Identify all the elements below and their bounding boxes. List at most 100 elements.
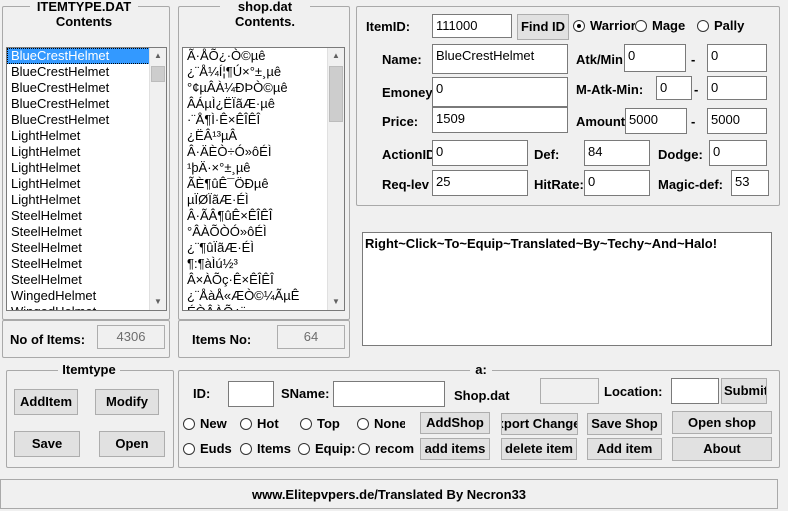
list-item[interactable]: SteelHelmet	[7, 256, 166, 272]
class-radio-warrior[interactable]: Warrior	[573, 18, 635, 33]
price-input[interactable]: 1509	[432, 107, 568, 133]
list-item[interactable]: ¿¨ÅàÅ«ÆÒ©¼ÃµÊ	[183, 288, 344, 304]
list-item[interactable]: ¿¨¶ûÏãÆ·ÉÌ	[183, 240, 344, 256]
list-item[interactable]: BlueCrestHelmet	[7, 80, 166, 96]
shop-radio-euds[interactable]: Euds	[183, 441, 238, 456]
radio-dot	[697, 19, 709, 32]
add-shop-button[interactable]: AddShop	[420, 412, 490, 434]
list-item[interactable]: Ã·ÅÕ¿·Ò©µê	[183, 48, 344, 64]
list-item[interactable]: WingedHelmet	[7, 304, 166, 310]
list-item[interactable]: ÂÁµÌ¿ËÏãÆ·µê	[183, 96, 344, 112]
scroll-down-arrow-icon[interactable]: ▼	[328, 294, 344, 310]
list-item[interactable]: LightHelmet	[7, 144, 166, 160]
add-item-button[interactable]: AddItem	[14, 389, 78, 415]
list-item[interactable]: ·¨Å¶Ì·Ê×ÊÎÊÎ	[183, 112, 344, 128]
shop-radio-recom[interactable]: recom	[358, 441, 414, 456]
scroll-thumb[interactable]	[151, 66, 165, 82]
list-item[interactable]: LightHelmet	[7, 160, 166, 176]
shop-id-input[interactable]	[228, 381, 274, 407]
list-item[interactable]: BlueCrestHelmet	[7, 64, 166, 80]
submit-button[interactable]: Submit	[721, 378, 767, 404]
shop-radio-hot[interactable]: Hot	[240, 416, 290, 431]
action-id-input[interactable]: 0	[432, 140, 528, 166]
amount-min-input[interactable]: 5000	[625, 108, 687, 134]
list-item[interactable]: BlueCrestHelmet	[7, 48, 166, 64]
scroll-down-arrow-icon[interactable]: ▼	[150, 294, 166, 310]
item-list[interactable]: BlueCrestHelmet BlueCrestHelmet BlueCrestH…	[6, 47, 167, 311]
radio-dot	[183, 417, 195, 430]
add-item-shop-button[interactable]: Add item	[587, 438, 662, 460]
find-id-button[interactable]: Find ID	[517, 14, 569, 40]
itemtype-contents-title: ITEMTYPE.DAT Contents	[30, 0, 138, 31]
scroll-up-arrow-icon[interactable]: ▲	[328, 48, 344, 64]
atk-max-input[interactable]: 0	[707, 44, 767, 72]
dodge-input[interactable]: 0	[709, 140, 767, 166]
list-item[interactable]: °¢µÂÀ¼ÐÞÒ©µê	[183, 80, 344, 96]
emoney-input[interactable]: 0	[432, 77, 568, 107]
sname-label: SName:	[281, 386, 330, 401]
scroll-thumb[interactable]	[329, 66, 343, 122]
shop-radio-none[interactable]: None	[357, 416, 405, 431]
class-radio-pally[interactable]: Pally	[697, 18, 767, 33]
shop-radio-items[interactable]: Items	[240, 441, 295, 456]
list-item[interactable]: Â·ÃÂ¶ûÊ×ÊÎÊÎ	[183, 208, 344, 224]
item-id-input[interactable]: 111000	[432, 14, 512, 38]
delete-item-button[interactable]: delete item	[501, 438, 577, 460]
amount-label: Amount	[576, 114, 626, 129]
list-item[interactable]: SteelHelmet	[7, 208, 166, 224]
shop-radio-top[interactable]: Top	[300, 416, 350, 431]
list-item[interactable]: WingedHelmet	[7, 288, 166, 304]
class-radio-mage[interactable]: Mage	[635, 18, 695, 33]
shop-list-scrollbar[interactable]: ▲ ▼	[327, 48, 344, 310]
export-change-button[interactable]: Export Change	[501, 413, 578, 435]
list-item[interactable]: ¿¨Å¼Í¦¶Ú×°±¸µê	[183, 64, 344, 80]
shop-list[interactable]: Ã·ÅÕ¿·Ò©µê ¿¨Å¼Í¦¶Ú×°±¸µê °¢µÂÀ¼ÐÞÒ©µê ÂÁµÌ…	[182, 47, 345, 311]
price-label: Price:	[382, 114, 419, 129]
matk-max-input[interactable]: 0	[707, 76, 767, 100]
list-item[interactable]: ¶:¶àÌú½³	[183, 256, 344, 272]
list-item[interactable]: BlueCrestHelmet	[7, 96, 166, 112]
list-item[interactable]: µÏØÏãÆ·ÉÌ	[183, 192, 344, 208]
amount-max-input[interactable]: 5000	[707, 108, 767, 134]
list-item[interactable]: ¿ËÂ¹³µÂ	[183, 128, 344, 144]
save-shop-button[interactable]: Save Shop	[587, 413, 662, 435]
hit-rate-input[interactable]: 0	[584, 170, 650, 196]
open-button[interactable]: Open	[99, 431, 165, 457]
scroll-up-arrow-icon[interactable]: ▲	[150, 48, 166, 64]
list-item[interactable]: SteelHelmet	[7, 240, 166, 256]
save-button[interactable]: Save	[14, 431, 80, 457]
list-item[interactable]: ¹þÄ·×°±¸µê	[183, 160, 344, 176]
sname-input[interactable]	[333, 381, 445, 407]
shop-radio-new[interactable]: New	[183, 416, 233, 431]
matk-min-input[interactable]: 0	[656, 76, 692, 100]
list-item[interactable]: SteelHelmet	[7, 272, 166, 288]
list-item[interactable]: °ÂÀÕÒÓ»ôÉÌ	[183, 224, 344, 240]
def-input[interactable]: 84	[584, 140, 650, 166]
magic-def-input[interactable]: 53	[731, 170, 769, 196]
about-button[interactable]: About	[672, 437, 772, 461]
matk-min-label: M-Atk-Min:	[576, 82, 644, 97]
open-shop-button[interactable]: Open shop	[672, 411, 772, 434]
add-items-button[interactable]: add items	[420, 438, 490, 460]
shop-count-field: 64	[277, 325, 345, 349]
shop-radio-equip[interactable]: Equip:	[298, 441, 358, 456]
req-level-label: Req-lev	[382, 177, 429, 192]
atk-min-input[interactable]: 0	[624, 44, 686, 72]
list-item[interactable]: ÉÒÂÀÕ¿¨	[183, 304, 344, 310]
modify-button[interactable]: Modify	[95, 389, 159, 415]
description-memo[interactable]: Right~Click~To~Equip~Translated~By~Techy…	[362, 232, 772, 346]
list-item[interactable]: BlueCrestHelmet	[7, 112, 166, 128]
radio-dot	[573, 19, 585, 32]
location-input[interactable]	[671, 378, 719, 404]
list-item[interactable]: LightHelmet	[7, 176, 166, 192]
list-item[interactable]: SteelHelmet	[7, 224, 166, 240]
name-input[interactable]: BlueCrestHelmet	[432, 44, 568, 74]
item-count-label: No of Items:	[10, 332, 86, 347]
list-item[interactable]: Â×ÀÕç·Ê×ÊÎÊÎ	[183, 272, 344, 288]
list-item[interactable]: LightHelmet	[7, 192, 166, 208]
item-list-scrollbar[interactable]: ▲ ▼	[149, 48, 166, 310]
list-item[interactable]: Â·ÄÈÒ÷Ó»ôÉÌ	[183, 144, 344, 160]
req-level-input[interactable]: 25	[432, 170, 528, 196]
list-item[interactable]: ÃÈ¶ûÊ¯ÖÐµê	[183, 176, 344, 192]
list-item[interactable]: LightHelmet	[7, 128, 166, 144]
